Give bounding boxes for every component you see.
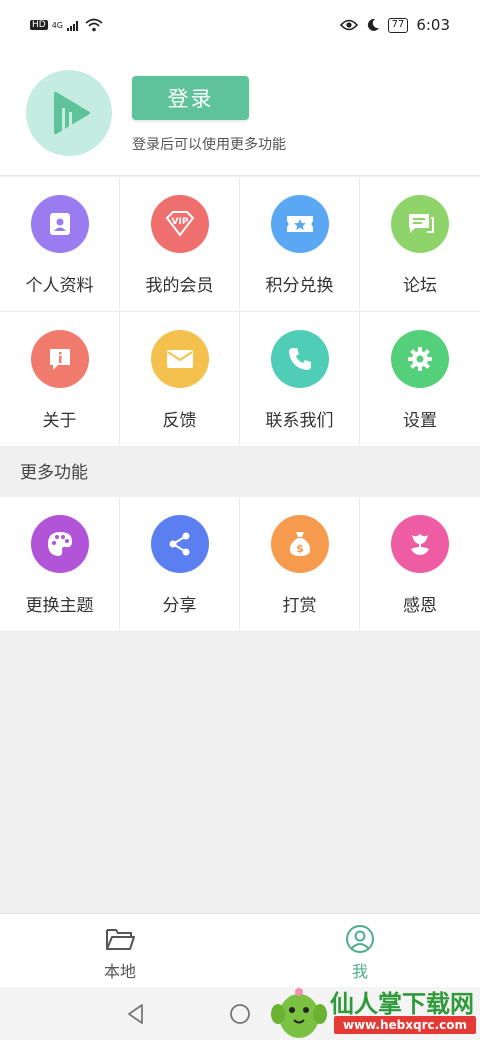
menu-item-label: 分享 <box>162 596 197 616</box>
wifi-icon <box>85 18 103 32</box>
share-icon <box>151 515 209 573</box>
palette-icon <box>31 515 89 573</box>
home-icon[interactable] <box>228 1002 252 1026</box>
menu-item-label: 论坛 <box>403 276 437 296</box>
menu-item-about[interactable]: 关于 <box>0 312 120 447</box>
menu-item-label: 个人资料 <box>25 276 94 296</box>
folder-icon <box>106 929 135 950</box>
menu-item-label: 关于 <box>42 411 77 431</box>
mail-icon <box>151 330 209 388</box>
tab-mine[interactable]: 我 <box>240 914 480 988</box>
app-logo-avatar[interactable] <box>26 70 112 156</box>
menu-item-share[interactable]: 分享 <box>120 497 240 632</box>
menu-item-label: 联系我们 <box>265 411 334 431</box>
status-right: 77 6:03 <box>339 16 450 34</box>
phone-icon <box>271 330 329 388</box>
watermark-title: 仙人掌下载网 <box>330 990 474 1018</box>
menu-item-feedback[interactable]: 反馈 <box>120 312 240 447</box>
profile-icon <box>31 195 89 253</box>
menu-item-label: 更换主题 <box>25 596 94 616</box>
network-label: 4G <box>51 20 63 30</box>
vip-badge-text: VIP <box>172 217 189 227</box>
menu-item-theme[interactable]: 更换主题 <box>0 497 120 632</box>
play-logo-icon <box>54 91 90 135</box>
menu-item-label: 打赏 <box>282 596 317 616</box>
menu-item-tip[interactable]: $ 打赏 <box>240 497 360 632</box>
flower-icon <box>391 515 449 573</box>
menu-item-points[interactable]: 积分兑换 <box>240 177 360 312</box>
menu-item-label: 感恩 <box>403 596 437 616</box>
chat-icon <box>391 195 449 253</box>
info-icon <box>31 330 89 388</box>
status-bar: HD 4G 77 6:03 <box>0 0 480 54</box>
more-feature-grid: 更换主题 分享 $ 打赏 感恩 <box>0 497 480 632</box>
menu-item-vip[interactable]: VIP 我的会员 <box>120 177 240 312</box>
bottom-tab-bar: 本地 我 <box>0 913 480 987</box>
cactus-logo-icon <box>271 988 327 1038</box>
tab-label: 本地 <box>103 962 136 981</box>
status-left: HD 4G <box>30 18 103 32</box>
vip-icon: VIP <box>151 195 209 253</box>
watermark-url: www.hebxqrc.com <box>334 1016 476 1034</box>
menu-item-gratitude[interactable]: 感恩 <box>360 497 480 632</box>
battery-level: 77 <box>387 17 409 33</box>
menu-item-settings[interactable]: 设置 <box>360 312 480 447</box>
user-icon <box>346 925 374 953</box>
menu-item-forum[interactable]: 论坛 <box>360 177 480 312</box>
more-section-title: 更多功能 <box>0 449 480 497</box>
login-button[interactable]: 登录 <box>132 76 249 120</box>
money-bag-icon: $ <box>271 515 329 573</box>
profile-header: 登录 登录后可以使用更多功能 <box>0 54 480 176</box>
ticket-icon <box>271 195 329 253</box>
menu-item-contact[interactable]: 联系我们 <box>240 312 360 447</box>
eye-icon <box>339 19 358 31</box>
watermark: 仙人掌下载网 www.hebxqrc.com <box>268 978 480 1040</box>
hd-badge: HD <box>30 20 48 30</box>
menu-item-profile[interactable]: 个人资料 <box>0 177 120 312</box>
back-icon[interactable] <box>124 1002 148 1026</box>
menu-item-label: 积分兑换 <box>265 276 334 296</box>
signal-icon <box>67 21 78 31</box>
menu-item-label: 设置 <box>403 411 437 431</box>
login-hint: 登录后可以使用更多功能 <box>132 137 286 153</box>
menu-item-label: 反馈 <box>162 411 197 431</box>
tab-local[interactable]: 本地 <box>0 914 240 988</box>
svg-text:$: $ <box>296 542 304 555</box>
moon-icon <box>367 18 379 31</box>
clock: 6:03 <box>416 16 450 34</box>
gear-icon <box>391 330 449 388</box>
feature-grid: 个人资料 VIP 我的会员 积分兑换 论坛 关于 反馈 联系我们 设置 <box>0 177 480 447</box>
menu-item-label: 我的会员 <box>145 276 214 296</box>
